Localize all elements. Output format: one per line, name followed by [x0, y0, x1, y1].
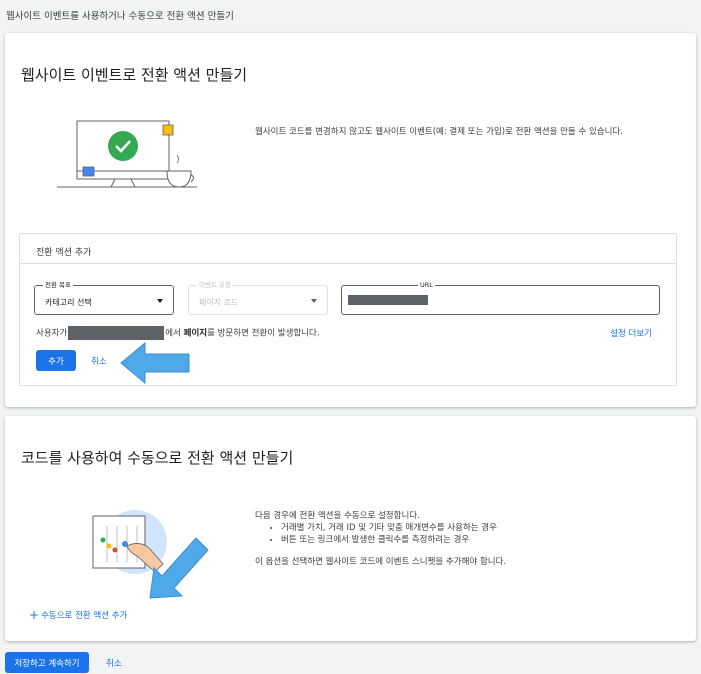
manual-code-title: 코드를 사용하여 수동으로 전환 액션 만들기: [21, 449, 294, 467]
add-manual-conversion-link[interactable]: + 수동으로 전환 액션 추가: [29, 608, 127, 622]
event-type-value: 페이지 로드: [199, 298, 239, 307]
manual-intro: 다음 경우에 전환 액션을 수동으로 설정합니다.: [255, 511, 420, 521]
manual-code-card: 코드를 사용하여 수동으로 전환 액션 만들기 다음 경우에 전환 액션을 수동…: [5, 416, 696, 641]
manual-bullet: 버튼 또는 링크에서 발생한 클릭수를 측정하려는 경우: [281, 534, 655, 546]
add-conversion-title: 전환 액션 추가: [36, 248, 92, 258]
info-prefix: 사용자가: [36, 328, 68, 339]
plus-icon: +: [29, 608, 40, 622]
panel-cancel-link[interactable]: 취소: [91, 355, 107, 367]
website-illustration: [57, 120, 197, 188]
redacted-url: [348, 295, 428, 305]
save-continue-button[interactable]: 저장하고 계속하기: [5, 652, 89, 673]
website-event-card: 웹사이트 이벤트로 전환 액션 만들기 웹사이트 코드를 변경하지 않고도 웹사…: [5, 33, 696, 407]
caret-down-icon: [157, 299, 163, 303]
pointer-arrow-icon: [149, 537, 209, 599]
caret-down-icon: [311, 299, 317, 303]
redacted-domain: [68, 326, 165, 340]
url-label: URL: [418, 281, 435, 289]
event-type-label: 이벤트 유형: [197, 281, 233, 289]
manual-note: 이 옵션을 선택하면 웹사이트 코드에 이벤트 스니펫을 추가해야 합니다.: [255, 557, 507, 567]
info-suffix: 를 방문하면 전환이 발생합니다.: [207, 328, 320, 339]
info-mid: 에서: [165, 328, 181, 339]
conversion-goal-value: 카테고리 선택: [45, 298, 92, 307]
panel-divider: [20, 263, 676, 264]
conversion-goal-label: 전환 목표: [43, 281, 73, 289]
add-button[interactable]: 추가: [36, 350, 76, 371]
add-manual-label: 수동으로 전환 액션 추가: [41, 611, 128, 621]
footer-cancel-link[interactable]: 취소: [106, 657, 122, 669]
manual-code-description: 다음 경우에 전환 액션을 수동으로 설정합니다. 거래별 가치, 거래 ID …: [255, 510, 655, 568]
manual-bullet-list: 거래별 가치, 거래 ID 및 기타 맞춤 매개변수를 사용하는 경우 버튼 또…: [255, 522, 655, 546]
pointer-arrow-icon: [120, 341, 190, 385]
manual-bullet: 거래별 가치, 거래 ID 및 기타 맞춤 매개변수를 사용하는 경우: [281, 522, 655, 534]
info-bold: 페이지: [183, 328, 208, 339]
more-settings-link[interactable]: 설정 더보기: [610, 327, 652, 339]
conversion-info: 사용자가 에서 페이지를 방문하면 전환이 발생합니다.: [36, 326, 320, 340]
url-input[interactable]: URL: [341, 281, 660, 315]
event-type-select[interactable]: 이벤트 유형 페이지 로드: [188, 281, 328, 315]
website-event-description: 웹사이트 코드를 변경하지 않고도 웹사이트 이벤트(예: 결제 또는 가입)로…: [255, 127, 623, 137]
add-conversion-panel: 전환 액션 추가 전환 목표 카테고리 선택 이벤트 유형 페이지 로드 URL…: [19, 233, 677, 386]
conversion-goal-select[interactable]: 전환 목표 카테고리 선택: [34, 281, 174, 315]
page-caption: 웹사이트 이벤트를 사용하거나 수동으로 전환 액션 만들기: [6, 11, 234, 22]
website-event-title: 웹사이트 이벤트로 전환 액션 만들기: [21, 66, 248, 84]
